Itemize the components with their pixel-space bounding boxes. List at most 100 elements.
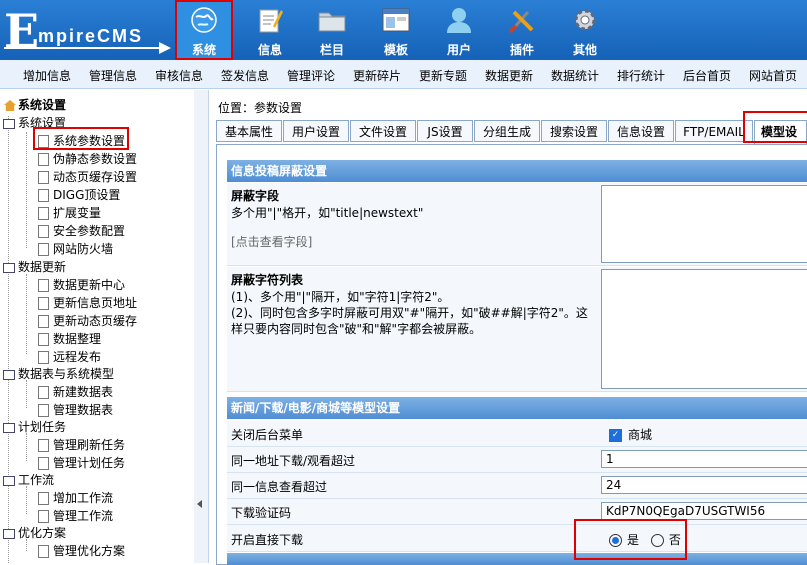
field-row — [227, 421, 807, 447]
folder-toggle-icon[interactable] — [3, 118, 15, 129]
tree-item-label: 管理优化方案 — [53, 544, 126, 558]
tab-info[interactable]: 信息设置 — [608, 120, 674, 142]
quick-nav-ranking-stats[interactable]: 排行统计 — [617, 67, 665, 84]
same-url-download-input[interactable]: 1 — [601, 450, 807, 468]
tab-search[interactable]: 搜索设置 — [541, 120, 607, 142]
logo-letter: E — [4, 4, 40, 58]
quick-nav-data-stats[interactable]: 数据统计 — [551, 67, 599, 84]
quick-nav-manage-comments[interactable]: 管理评论 — [287, 67, 335, 84]
tab-group-gen[interactable]: 分组生成 — [474, 120, 540, 142]
tree-group-label: 工作流 — [18, 473, 55, 487]
tab-ftp-email[interactable]: FTP/EMAIL — [675, 120, 753, 142]
blocked-chars-textarea[interactable] — [601, 269, 807, 389]
folder-toggle-icon[interactable] — [3, 528, 15, 539]
tree-item-label: 远程发布 — [53, 350, 102, 364]
folder-toggle-icon[interactable] — [3, 422, 15, 433]
quick-nav-sign-info[interactable]: 签发信息 — [221, 67, 269, 84]
quick-nav-admin-home[interactable]: 后台首页 — [683, 67, 731, 84]
folder-toggle-icon[interactable] — [3, 262, 15, 273]
topnav-other[interactable]: 其他 — [565, 0, 605, 60]
tree-group-optimize[interactable]: 优化方案 — [3, 524, 66, 542]
topnav-column[interactable]: 栏目 — [312, 0, 352, 60]
checkmark-icon[interactable]: ✓ — [609, 429, 622, 442]
gear-icon — [570, 5, 600, 35]
tree-guide — [26, 274, 27, 354]
tree-root[interactable]: 系统设置 — [4, 96, 66, 114]
tree-item-remote-publish[interactable]: 远程发布 — [38, 348, 101, 366]
page-icon — [38, 171, 49, 184]
tree-item-label: 管理刷新任务 — [53, 438, 126, 452]
tree-item-label: 伪静态参数设置 — [53, 152, 138, 166]
tree-item-security[interactable]: 安全参数配置 — [38, 222, 125, 240]
tree-item-data-cleanup[interactable]: 数据整理 — [38, 330, 101, 348]
quick-nav-site-home[interactable]: 网站首页 — [749, 67, 797, 84]
tree-item-manage-workflow[interactable]: 管理工作流 — [38, 507, 113, 525]
tree-group-data-update[interactable]: 数据更新 — [3, 258, 66, 276]
tree-group-tasks[interactable]: 计划任务 — [3, 418, 66, 436]
shop-checkbox[interactable]: ✓ 商城 — [609, 426, 652, 443]
page-icon — [38, 333, 49, 346]
highlight-box — [574, 519, 687, 560]
tree-item-label: 安全参数配置 — [53, 224, 126, 238]
tree-group-tables-models[interactable]: 数据表与系统模型 — [3, 365, 114, 383]
tree-item-rewrite-params[interactable]: 伪静态参数设置 — [38, 150, 137, 168]
tree-group-workflow[interactable]: 工作流 — [3, 471, 54, 489]
section-header-model-settings: 新闻/下载/电影/商城等模型设置 — [227, 397, 807, 419]
page-icon — [38, 545, 49, 558]
tree-item-new-table[interactable]: 新建数据表 — [38, 383, 113, 401]
quick-nav-data-update[interactable]: 数据更新 — [485, 67, 533, 84]
empirecms-logo: E mpireCMS — [4, 4, 174, 58]
tree-item-firewall[interactable]: 网站防火墙 — [38, 240, 113, 258]
page-icon — [38, 279, 49, 292]
tree-guide — [26, 380, 27, 408]
tree-item-digg[interactable]: DIGG顶设置 — [38, 186, 120, 204]
collapse-arrow-icon[interactable] — [197, 500, 202, 508]
tree-item-update-center[interactable]: 数据更新中心 — [38, 276, 125, 294]
pane-splitter[interactable] — [194, 90, 209, 563]
tree-item-label: 网站防火墙 — [53, 242, 114, 256]
topnav-user[interactable]: 用户 — [439, 0, 479, 60]
topnav-label: 栏目 — [319, 43, 344, 57]
tree-item-update-urls[interactable]: 更新信息页地址 — [38, 294, 137, 312]
quick-nav-manage-info[interactable]: 管理信息 — [89, 67, 137, 84]
tree-item-dynamic-cache[interactable]: 动态页缓存设置 — [38, 168, 137, 186]
view-fields-link[interactable]: [点击查看字段] — [231, 233, 312, 250]
page-icon — [38, 386, 49, 399]
quick-nav-review-info[interactable]: 审核信息 — [155, 67, 203, 84]
sidebar-tree: 系统设置 系统设置 系统参数设置 伪静态参数设置 动态页缓存设置 DIGG顶设置… — [0, 90, 195, 563]
folder-toggle-icon[interactable] — [3, 475, 15, 486]
topnav-info[interactable]: 信息 — [250, 0, 290, 60]
folder-toggle-icon[interactable] — [3, 369, 15, 380]
tab-js[interactable]: JS设置 — [417, 120, 473, 142]
download-captcha-input[interactable]: KdP7N0QEgaD7USGTWI56 — [601, 502, 807, 520]
tree-item-add-workflow[interactable]: 增加工作流 — [38, 489, 113, 507]
tree-item-label: 管理计划任务 — [53, 456, 126, 470]
tree-item-refresh-tasks[interactable]: 管理刷新任务 — [38, 436, 125, 454]
tree-item-update-dyn-cache[interactable]: 更新动态页缓存 — [38, 312, 137, 330]
tree-item-manage-tables[interactable]: 管理数据表 — [38, 401, 113, 419]
page-icon — [38, 404, 49, 417]
tree-item-scheduled-tasks[interactable]: 管理计划任务 — [38, 454, 125, 472]
quick-nav-update-topics[interactable]: 更新专题 — [419, 67, 467, 84]
topnav-template[interactable]: 模板 — [376, 0, 416, 60]
tab-basic[interactable]: 基本属性 — [216, 120, 282, 142]
field-row — [227, 525, 807, 552]
quick-nav-update-fragments[interactable]: 更新碎片 — [353, 67, 401, 84]
tree-item-label: 更新动态页缓存 — [53, 314, 138, 328]
tree-group-label: 数据更新 — [18, 260, 67, 274]
quick-nav-bar: 增加信息 管理信息 审核信息 签发信息 管理评论 更新碎片 更新专题 数据更新 … — [0, 60, 807, 89]
tree-item-label: 动态页缓存设置 — [53, 170, 138, 184]
tree-guide — [26, 132, 27, 248]
tab-file[interactable]: 文件设置 — [350, 120, 416, 142]
page-icon — [38, 189, 49, 202]
topnav-plugin[interactable]: 插件 — [502, 0, 542, 60]
blocked-fields-textarea[interactable] — [601, 185, 807, 263]
same-info-view-input[interactable]: 24 — [601, 476, 807, 494]
tree-item-manage-optimize[interactable]: 管理优化方案 — [38, 542, 125, 560]
quick-nav-add-info[interactable]: 增加信息 — [23, 67, 71, 84]
tree-item-ext-vars[interactable]: 扩展变量 — [38, 204, 101, 222]
tab-user[interactable]: 用户设置 — [283, 120, 349, 142]
highlight-box — [175, 0, 233, 60]
user-icon — [444, 5, 474, 35]
page-icon — [38, 510, 49, 523]
